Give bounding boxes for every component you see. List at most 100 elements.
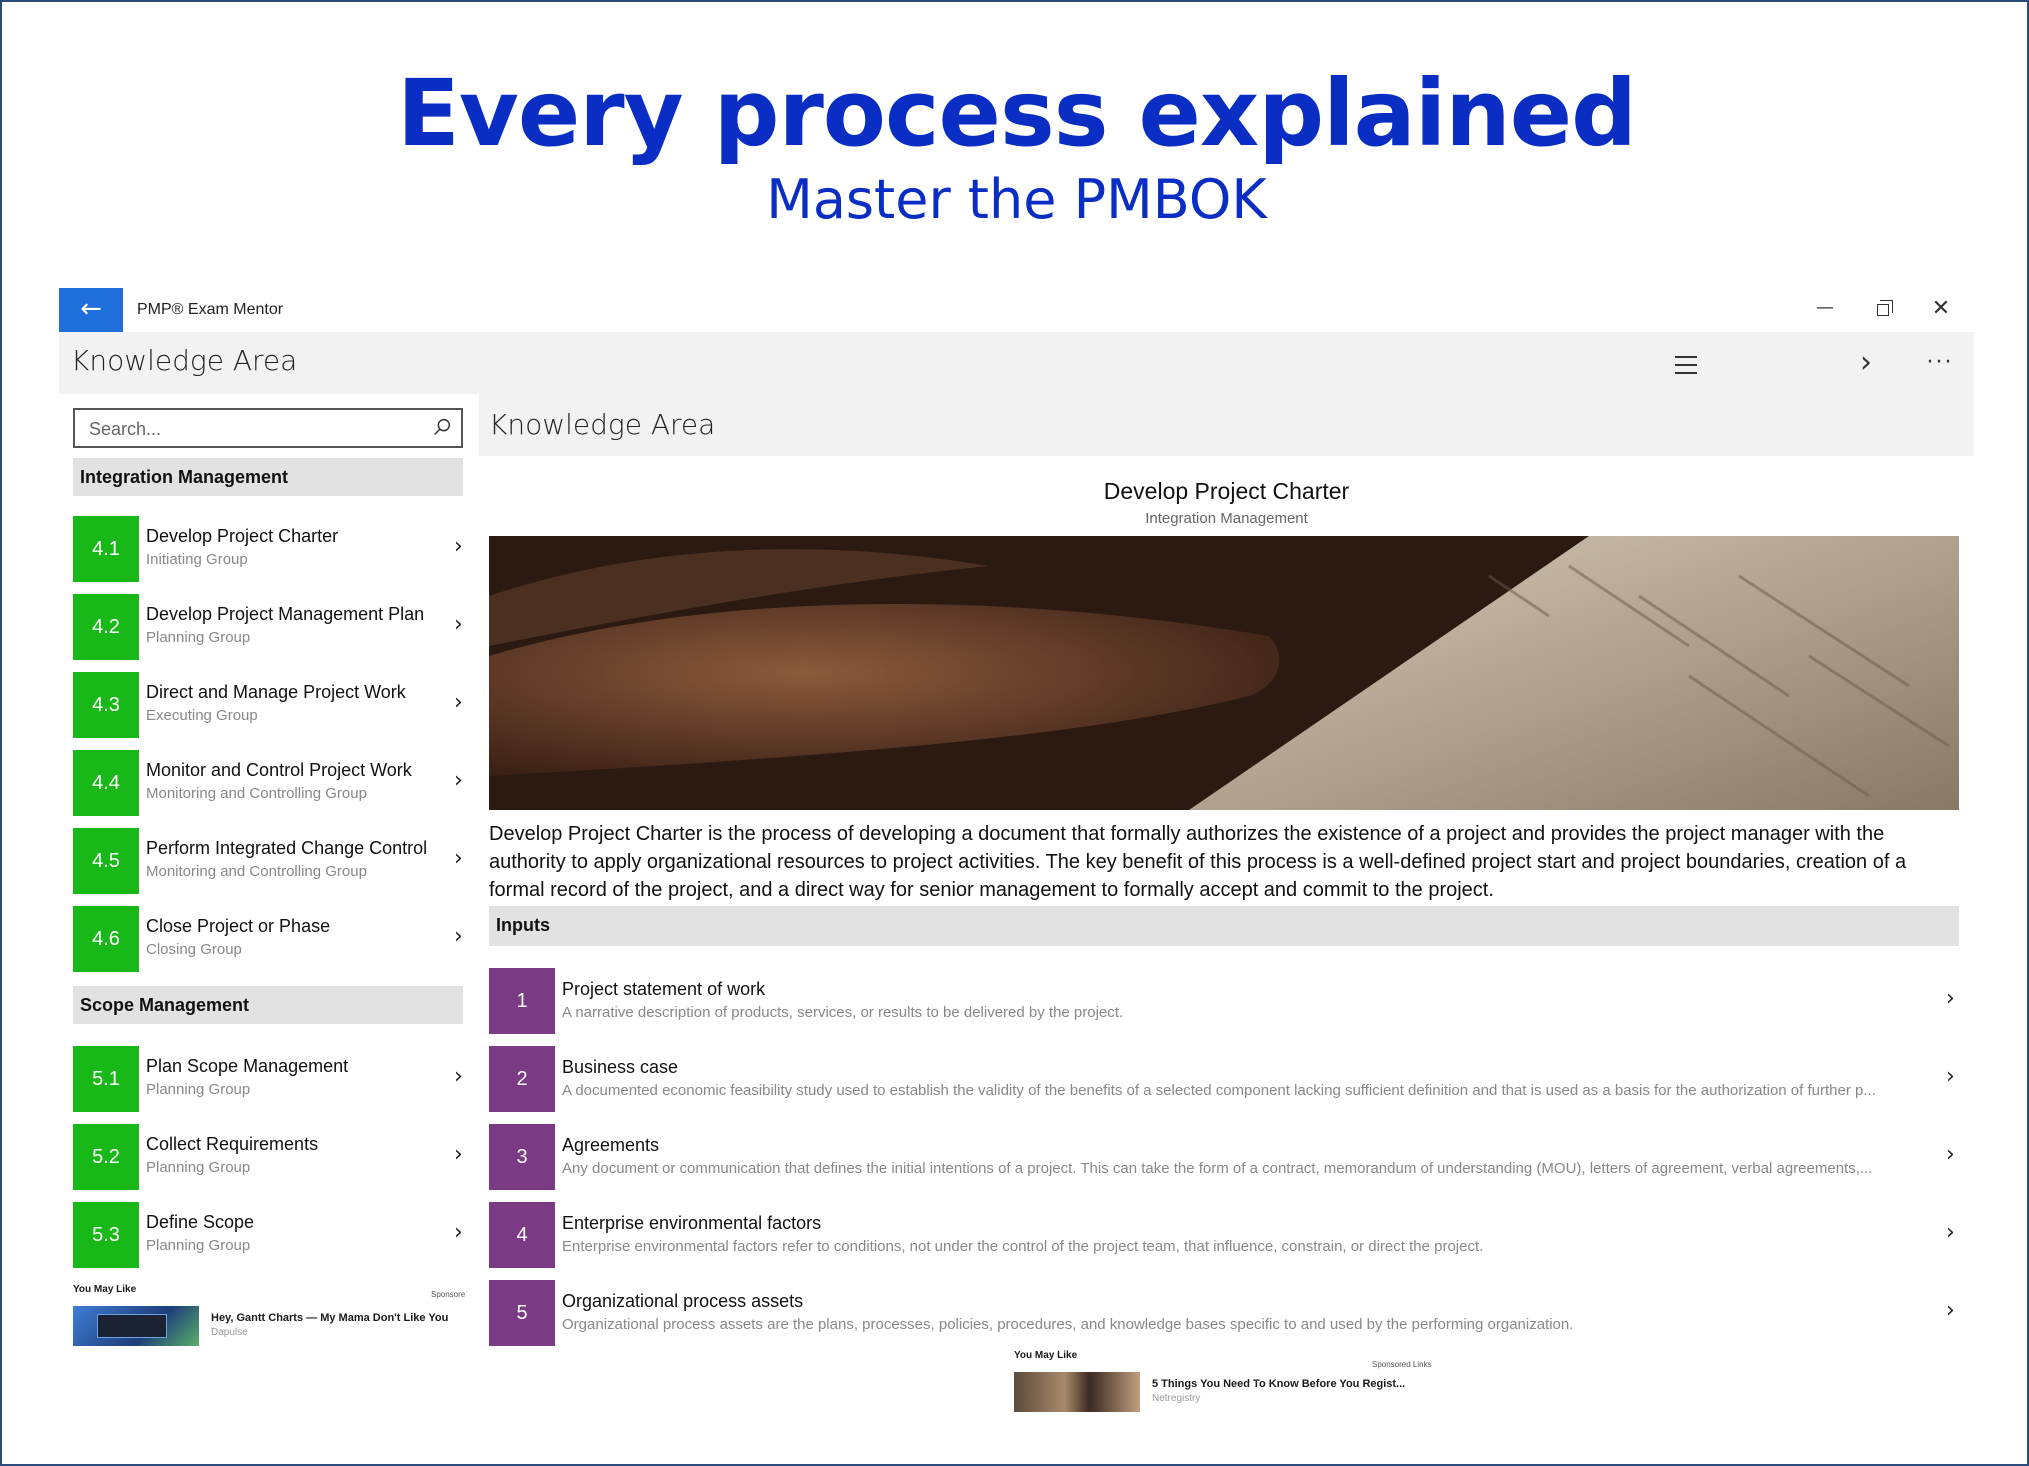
process-title: Close Project or Phase <box>146 916 331 936</box>
hand-on-book-image <box>489 536 1959 810</box>
app-window: ← PMP® Exam Mentor — ✕ Knowledge Area › … <box>59 288 1974 1428</box>
close-button[interactable]: ✕ <box>1913 294 1969 326</box>
chevron-right-icon: › <box>454 690 463 715</box>
ad-thumbnail[interactable] <box>1014 1372 1140 1412</box>
process-item[interactable]: 4.1 Develop Project Charter Initiating G… <box>73 516 473 582</box>
process-item[interactable]: 5.1 Plan Scope Management Planning Group… <box>73 1046 473 1112</box>
process-number-badge: 4.4 <box>73 750 139 816</box>
process-group: Initiating Group <box>146 551 248 568</box>
process-item[interactable]: 4.4 Monitor and Control Project Work Mon… <box>73 750 473 816</box>
app-name: PMP® Exam Mentor <box>137 301 284 318</box>
process-item[interactable]: 4.5 Perform Integrated Change Control Mo… <box>73 828 473 894</box>
input-number-badge: 5 <box>489 1280 555 1346</box>
input-title: Project statement of work <box>562 979 766 999</box>
process-group: Planning Group <box>146 1159 251 1176</box>
input-title: Business case <box>562 1057 679 1077</box>
process-number-badge: 5.1 <box>73 1046 139 1112</box>
ad-headline[interactable]: 5 Things You Need To Know Before You Reg… <box>1152 1378 1412 1390</box>
search-input[interactable]: Search... <box>89 419 161 440</box>
process-number-badge: 4.2 <box>73 594 139 660</box>
chevron-right-icon: › <box>1946 1220 1955 1245</box>
process-item[interactable]: 4.2 Develop Project Management Plan Plan… <box>73 594 473 660</box>
process-group: Planning Group <box>146 1237 251 1254</box>
process-title: Perform Integrated Change Control <box>146 838 428 858</box>
ad-source: Netregistry <box>1152 1393 1201 1404</box>
restore-icon <box>1877 300 1893 316</box>
process-hero-image <box>489 536 1959 810</box>
process-group: Planning Group <box>146 1081 251 1098</box>
minimize-button[interactable]: — <box>1797 294 1853 326</box>
sponsored-ad[interactable]: You May Like Sponsore Hey, Gantt Charts … <box>73 1284 473 1364</box>
process-detail-pane: Knowledge Area Develop Project Charter I… <box>479 394 1974 1428</box>
input-item[interactable]: 2 Business case A documented economic fe… <box>489 1046 1964 1112</box>
process-group: Closing Group <box>146 941 242 958</box>
more-options-button[interactable]: ··· <box>1916 344 1964 384</box>
chevron-right-icon: › <box>454 1064 463 1089</box>
app-bar: Knowledge Area › ··· <box>59 332 1974 394</box>
input-number-badge: 3 <box>489 1124 555 1190</box>
page-title: Knowledge Area <box>71 344 298 377</box>
process-detail-area: Integration Management <box>1145 510 1308 527</box>
input-title: Enterprise environmental factors <box>562 1213 822 1233</box>
inputs-section-header: Inputs <box>489 906 1959 946</box>
chevron-right-icon: › <box>454 846 463 871</box>
restore-button[interactable] <box>1855 294 1911 326</box>
process-number-badge: 4.1 <box>73 516 139 582</box>
input-item[interactable]: 4 Enterprise environmental factors Enter… <box>489 1202 1964 1268</box>
chevron-right-icon: › <box>454 924 463 949</box>
process-group: Planning Group <box>146 629 251 646</box>
hamburger-menu-button[interactable] <box>1662 344 1710 384</box>
process-item[interactable]: 5.2 Collect Requirements Planning Group … <box>73 1124 473 1190</box>
input-description: A documented economic feasibility study … <box>562 1082 1876 1099</box>
process-number-badge: 4.6 <box>73 906 139 972</box>
process-item[interactable]: 5.3 Define Scope Planning Group › <box>73 1202 473 1268</box>
process-group: Executing Group <box>146 707 258 724</box>
process-number-badge: 5.3 <box>73 1202 139 1268</box>
process-group: Monitoring and Controlling Group <box>146 785 367 802</box>
input-title: Organizational process assets <box>562 1291 804 1311</box>
group-header-integration: Integration Management <box>73 458 463 496</box>
input-number-badge: 2 <box>489 1046 555 1112</box>
chevron-right-icon: › <box>454 612 463 637</box>
process-item[interactable]: 4.3 Direct and Manage Project Work Execu… <box>73 672 473 738</box>
hamburger-icon <box>1675 356 1697 358</box>
input-number-badge: 1 <box>489 968 555 1034</box>
ad-source: Dapulse <box>211 1327 248 1338</box>
chevron-right-icon: › <box>1946 986 1955 1011</box>
input-number-badge: 4 <box>489 1202 555 1268</box>
chevron-right-icon: › <box>454 1142 463 1167</box>
process-number-badge: 4.3 <box>73 672 139 738</box>
input-item[interactable]: 1 Project statement of work A narrative … <box>489 968 1964 1034</box>
input-title: Agreements <box>562 1135 660 1155</box>
back-button[interactable]: ← <box>59 288 123 332</box>
input-item[interactable]: 5 Organizational process assets Organiza… <box>489 1280 1964 1346</box>
next-button[interactable]: › <box>1842 344 1890 384</box>
ad-headline[interactable]: Hey, Gantt Charts — My Mama Don't Like Y… <box>211 1312 471 1324</box>
chevron-right-icon: › <box>454 1220 463 1245</box>
input-description: A narrative description of products, ser… <box>562 1004 1124 1021</box>
ad-thumbnail[interactable] <box>73 1306 199 1346</box>
input-description: Organizational process assets are the pl… <box>562 1316 1574 1333</box>
input-description: Any document or communication that defin… <box>562 1160 1873 1177</box>
hero-subtitle: Master the PMBOK <box>766 168 1267 231</box>
title-bar: ← PMP® Exam Mentor — ✕ <box>59 288 1974 332</box>
process-title: Direct and Manage Project Work <box>146 682 406 702</box>
hero-title: Every process explained <box>397 60 1637 167</box>
search-icon[interactable] <box>431 416 453 438</box>
process-title: Plan Scope Management <box>146 1056 349 1076</box>
detail-header: Knowledge Area <box>479 394 1974 456</box>
input-item[interactable]: 3 Agreements Any document or communicati… <box>489 1124 1964 1190</box>
process-number-badge: 4.5 <box>73 828 139 894</box>
process-title: Develop Project Charter <box>146 526 339 546</box>
search-box[interactable]: Search... <box>73 408 463 448</box>
process-group: Monitoring and Controlling Group <box>146 863 367 880</box>
process-item[interactable]: 4.6 Close Project or Phase Closing Group… <box>73 906 473 972</box>
group-header-scope: Scope Management <box>73 986 463 1024</box>
ad-label: You May Like <box>1014 1350 1078 1361</box>
chevron-right-icon: › <box>454 768 463 793</box>
process-title: Monitor and Control Project Work <box>146 760 412 780</box>
ad-label: You May Like <box>73 1284 137 1295</box>
ad-sponsored-label: Sponsored Links <box>1372 1360 1432 1369</box>
process-detail-title: Develop Project Charter <box>1103 478 1350 504</box>
sponsored-ad[interactable]: You May Like Sponsored Links 5 Things Yo… <box>1014 1350 1444 1420</box>
